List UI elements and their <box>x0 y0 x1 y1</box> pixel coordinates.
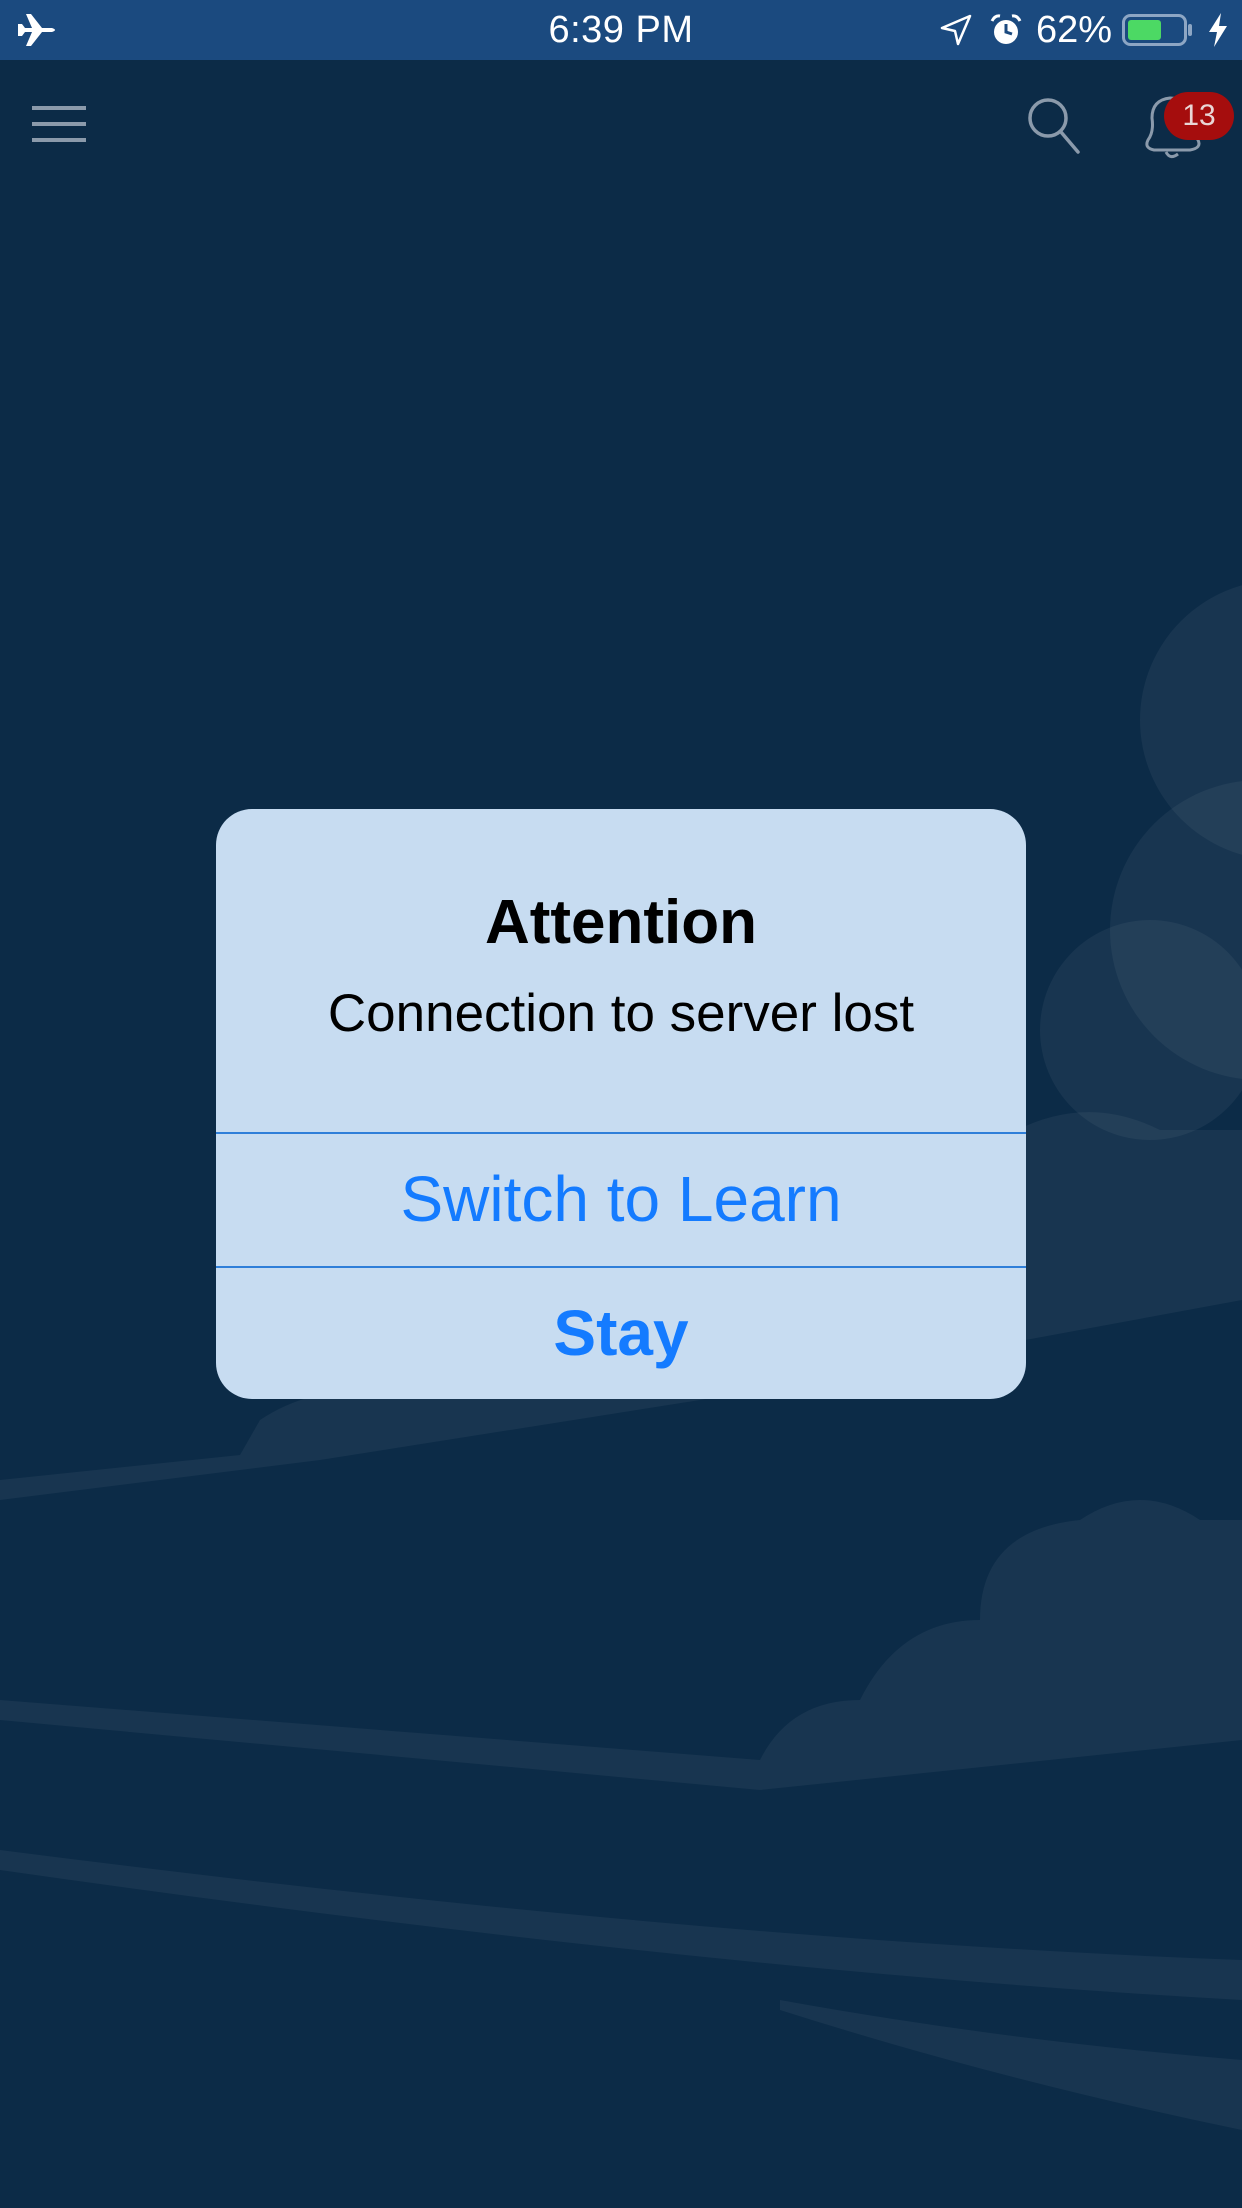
alert-title: Attention <box>484 888 758 957</box>
alert-message: Connection to server lost <box>327 984 915 1043</box>
switch-to-learn-button[interactable]: Switch to Learn <box>216 1134 1026 1264</box>
alert-dialog: Attention Connection to server lost Swit… <box>216 809 1026 1399</box>
stay-button[interactable]: Stay <box>216 1268 1026 1398</box>
